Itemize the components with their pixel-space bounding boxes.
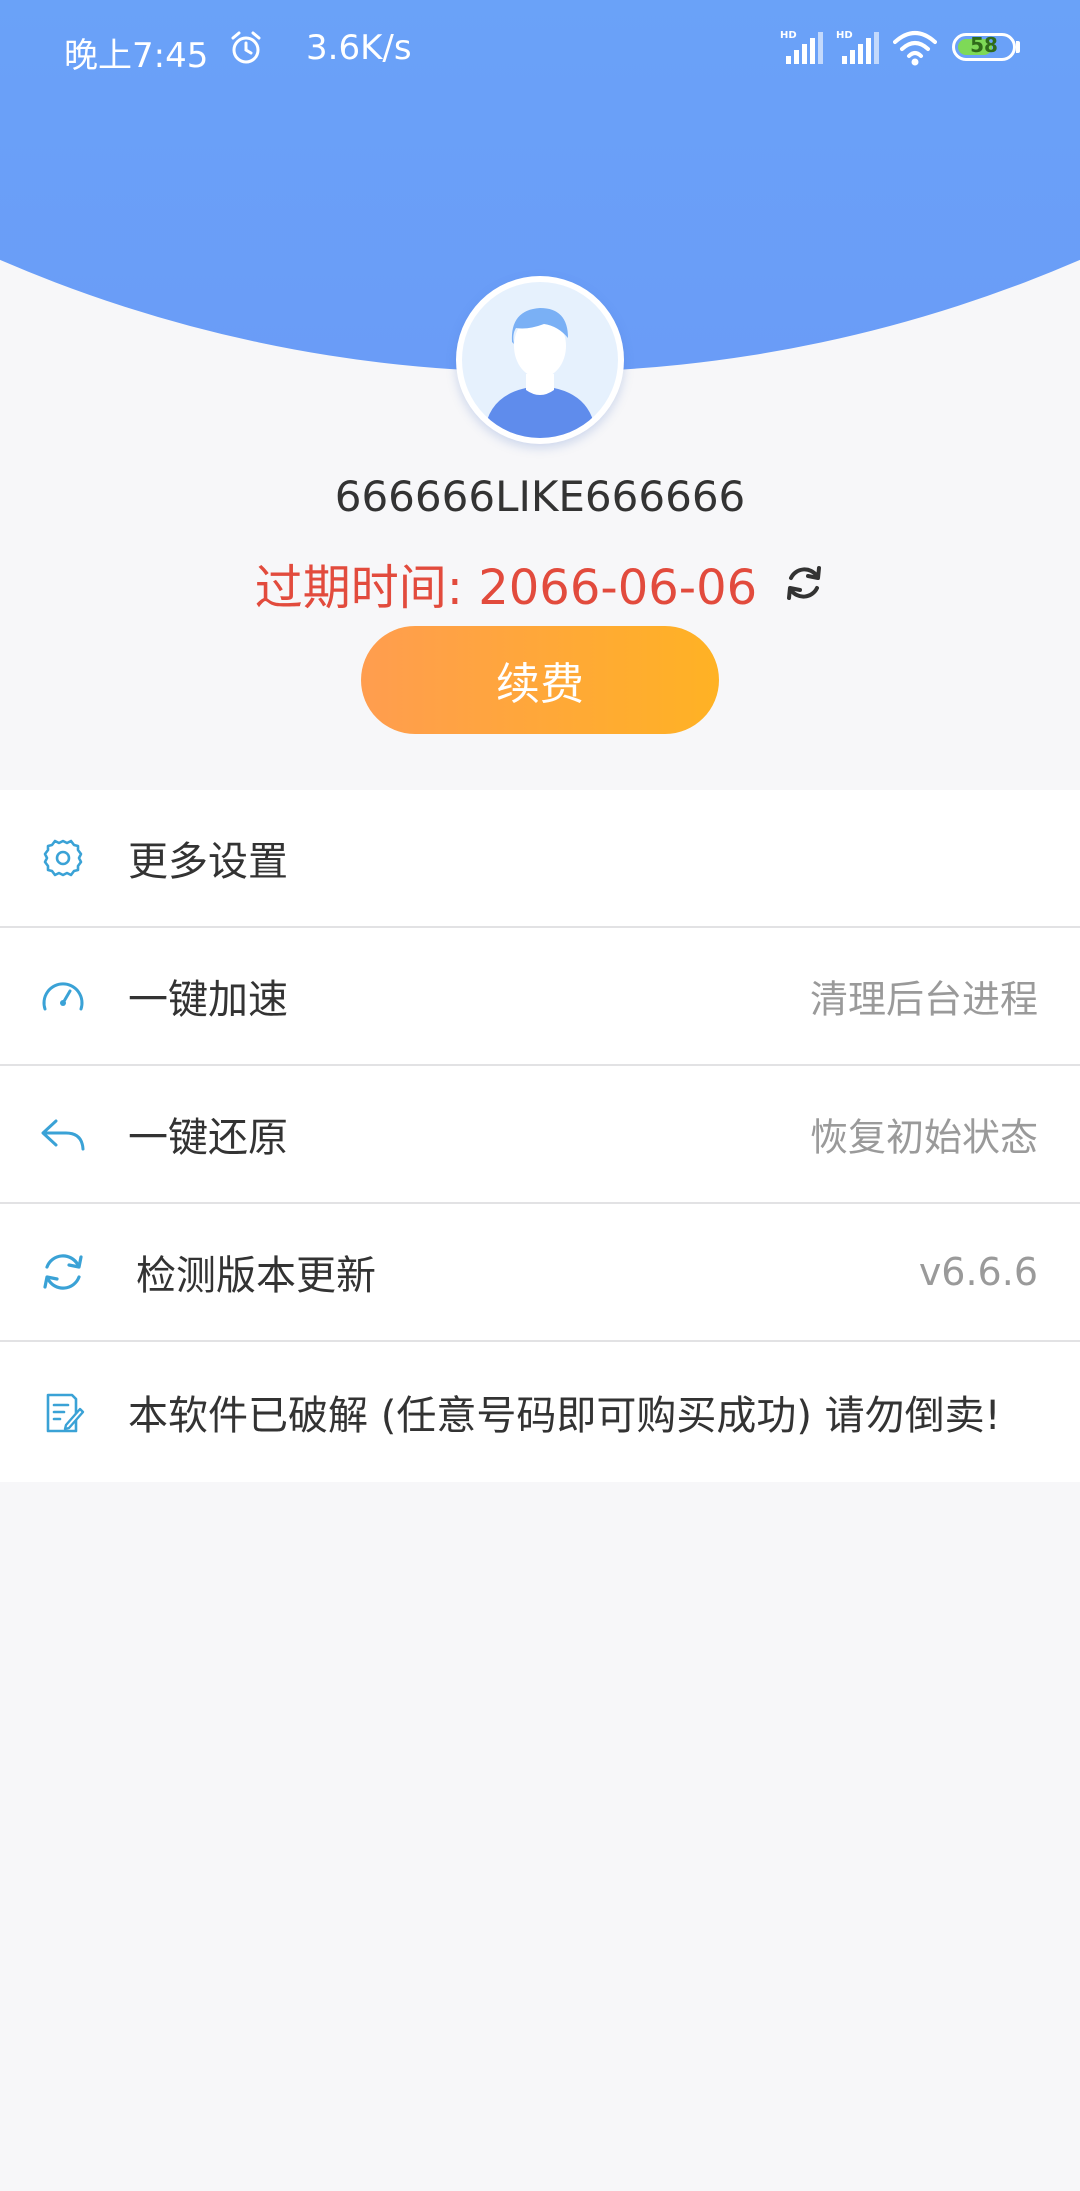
battery-indicator: 58	[952, 33, 1016, 61]
sync-icon	[43, 1254, 83, 1290]
refresh-icon[interactable]	[783, 562, 825, 604]
svg-text:HD: HD	[836, 30, 853, 41]
settings-menu: 更多设置 一键加速 清理后台进程 一键还原 恢复初始状态 检测版本更新 v6.6…	[0, 790, 1080, 1482]
signal-icon: HD	[780, 30, 823, 64]
user-avatar-icon	[462, 282, 618, 438]
gear-icon	[43, 839, 83, 877]
menu-item-label: 检测版本更新	[136, 1253, 376, 1299]
username: 666666LIKE666666	[334, 472, 746, 521]
version-number: v6.6.6	[918, 1250, 1038, 1294]
status-time: 晚上7:45	[64, 36, 209, 76]
app-screen: 晚上7:45 3.6K/s HD HD 58 666666LIKE666666 …	[0, 0, 1080, 2191]
expire-row: 过期时间: 2066-06-06	[0, 548, 1080, 618]
menu-item-description: 清理后台进程	[809, 977, 1038, 1022]
network-speed: 3.6K/s	[306, 28, 412, 68]
note-edit-icon	[46, 1393, 85, 1433]
renew-button[interactable]: 续费	[361, 626, 719, 734]
wifi-icon	[893, 31, 937, 66]
expire-time: 过期时间: 2066-06-06	[254, 560, 758, 616]
menu-item-speed-up[interactable]: 一键加速 清理后台进程	[0, 928, 1080, 1066]
menu-item-label: 本软件已破解 (任意号码即可购买成功) 请勿倒卖!	[128, 1393, 1001, 1439]
menu-item-more-settings[interactable]: 更多设置	[0, 790, 1080, 928]
signal-icon-2: HD	[836, 30, 879, 64]
menu-item-label: 一键加速	[128, 977, 288, 1023]
status-bar: 晚上7:45 3.6K/s HD HD 58	[0, 0, 1080, 100]
alarm-clock-icon	[231, 31, 261, 64]
menu-item-label: 一键还原	[128, 1115, 288, 1161]
menu-item-label: 更多设置	[128, 839, 288, 885]
menu-item-restore[interactable]: 一键还原 恢复初始状态	[0, 1066, 1080, 1204]
menu-item-check-update[interactable]: 检测版本更新 v6.6.6	[0, 1204, 1080, 1342]
speedometer-icon	[42, 982, 84, 1011]
undo-arrow-icon	[41, 1119, 85, 1151]
menu-item-notice[interactable]: 本软件已破解 (任意号码即可购买成功) 请勿倒卖!	[0, 1342, 1080, 1482]
menu-item-description: 恢复初始状态	[809, 1115, 1038, 1160]
svg-text:HD: HD	[780, 30, 797, 41]
battery-level: 58	[970, 33, 998, 57]
avatar[interactable]	[456, 276, 624, 444]
